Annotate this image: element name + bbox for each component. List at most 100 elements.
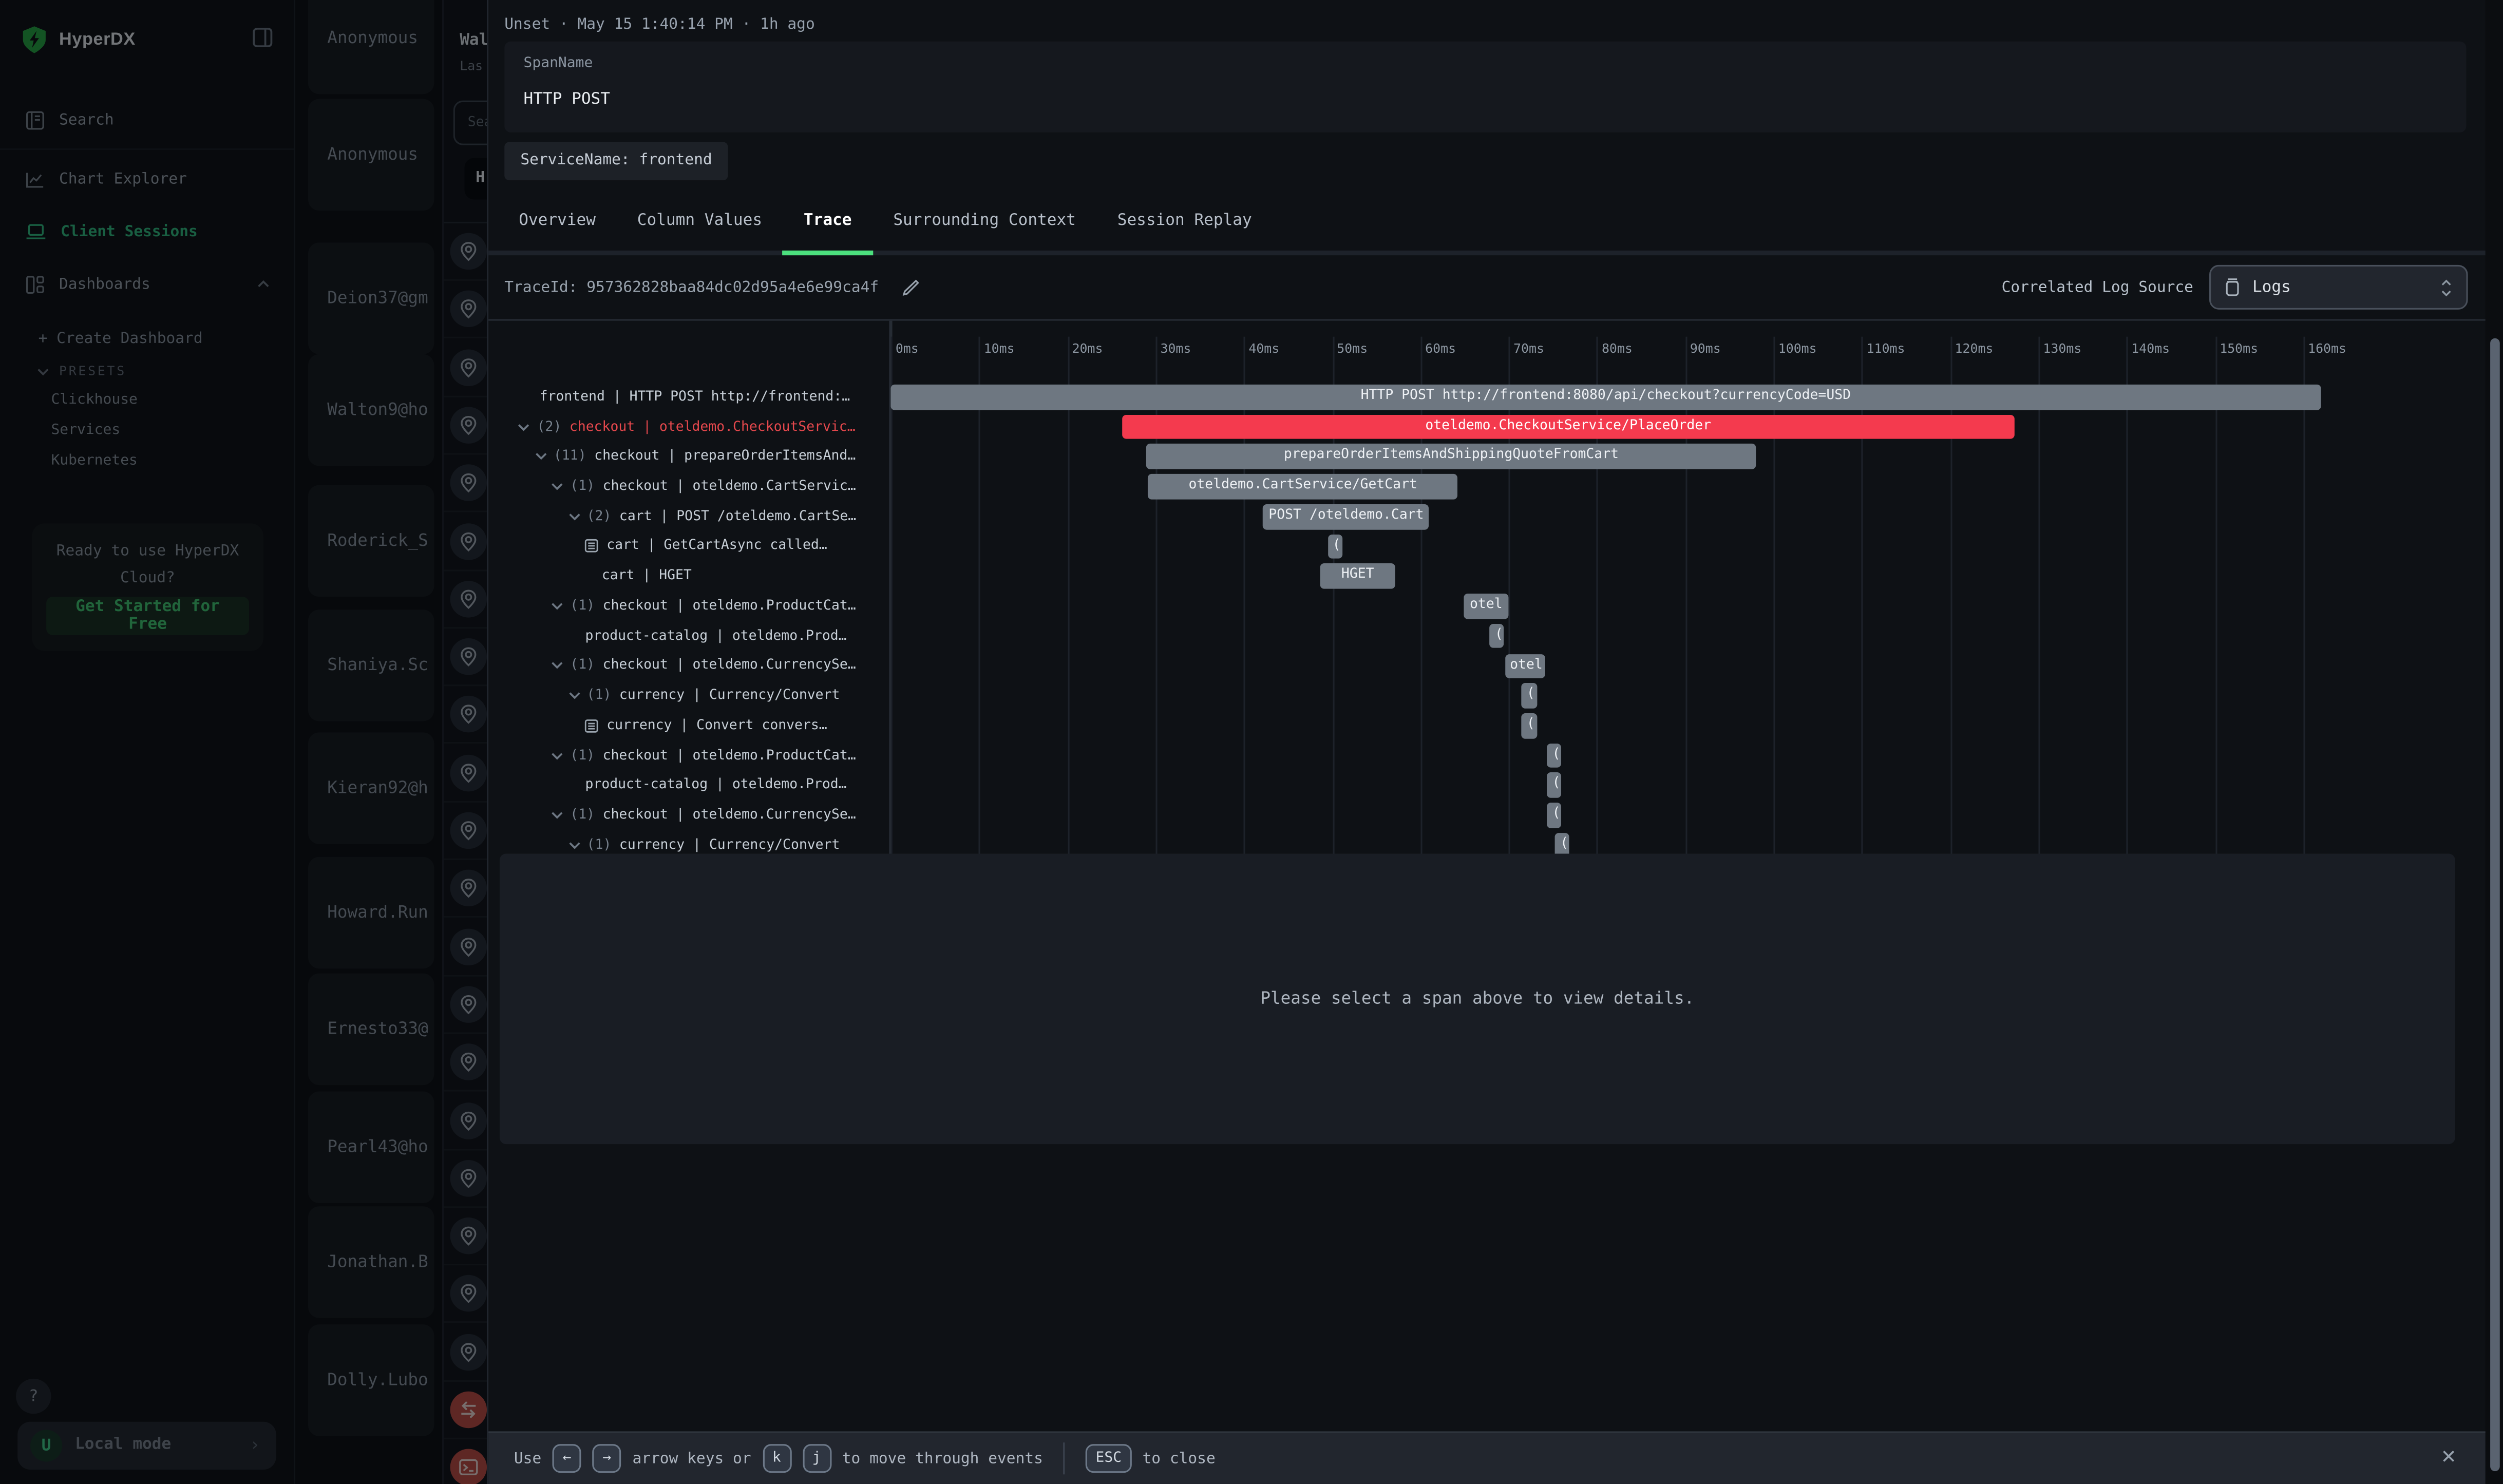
tab-session-replay[interactable]: Session Replay bbox=[1096, 193, 1273, 251]
event-marker-row[interactable] bbox=[444, 281, 487, 339]
span-tree-row[interactable]: (1)currency | Currency/Convert bbox=[488, 683, 889, 708]
events-search-input[interactable]: Sea bbox=[453, 101, 487, 145]
span-bar[interactable]: ( bbox=[1547, 743, 1561, 768]
session-card[interactable]: Walton9@ho bbox=[308, 354, 434, 466]
chevron-down-icon[interactable] bbox=[551, 601, 564, 611]
chevron-down-icon[interactable] bbox=[518, 422, 530, 432]
event-marker-row[interactable] bbox=[444, 571, 487, 629]
event-marker-row[interactable] bbox=[444, 803, 487, 860]
chevron-down-icon[interactable] bbox=[567, 691, 580, 701]
span-bar[interactable]: otel bbox=[1505, 654, 1545, 678]
chevron-down-icon[interactable] bbox=[551, 811, 564, 821]
event-marker-row[interactable] bbox=[444, 1440, 487, 1484]
span-bar[interactable]: ( bbox=[1522, 683, 1537, 708]
event-marker-row[interactable] bbox=[444, 745, 487, 802]
session-card[interactable]: Kieran92@h bbox=[308, 732, 434, 844]
session-card[interactable]: Ernesto33@ bbox=[308, 974, 434, 1086]
session-card[interactable]: Dolly.Lubo bbox=[308, 1324, 434, 1436]
span-bar[interactable]: ( bbox=[1328, 534, 1341, 559]
event-marker-row[interactable] bbox=[444, 687, 487, 744]
span-bar[interactable]: POST /oteldemo.Cart bbox=[1263, 504, 1429, 529]
chevron-down-icon[interactable] bbox=[551, 482, 564, 491]
span-bar[interactable]: otel bbox=[1465, 594, 1508, 618]
log-source-select[interactable]: Logs bbox=[2209, 265, 2468, 310]
span-bar[interactable]: ( bbox=[1547, 773, 1561, 798]
help-button[interactable]: ? bbox=[16, 1379, 51, 1414]
tab-trace[interactable]: Trace bbox=[783, 193, 873, 251]
get-started-button[interactable]: Get Started for Free bbox=[46, 597, 249, 635]
span-tree-row[interactable]: (11)checkout | prepareOrderItemsAnd… bbox=[488, 444, 889, 469]
span-bar[interactable]: HGET bbox=[1320, 564, 1396, 588]
tab-surrounding-context[interactable]: Surrounding Context bbox=[873, 193, 1096, 251]
event-marker-row[interactable] bbox=[444, 861, 487, 918]
session-card[interactable]: Howard.Run bbox=[308, 857, 434, 969]
event-marker-row[interactable] bbox=[444, 513, 487, 570]
events-filter-button[interactable]: H bbox=[465, 158, 487, 200]
edit-trace-id-icon[interactable] bbox=[900, 278, 919, 298]
tab-column-values[interactable]: Column Values bbox=[616, 193, 783, 251]
preset-item-clickhouse[interactable]: Clickhouse bbox=[51, 392, 137, 408]
page-scrollbar[interactable] bbox=[2486, 0, 2503, 1484]
span-tree-row[interactable]: product-catalog | oteldemo.Prod… bbox=[488, 623, 889, 648]
span-bar[interactable]: ( bbox=[1490, 623, 1504, 648]
span-tree-row[interactable]: frontend | HTTP POST http://frontend:… bbox=[488, 385, 889, 409]
chevron-down-icon[interactable] bbox=[551, 751, 564, 760]
span-tree-row[interactable]: (1)checkout | oteldemo.CurrencySe… bbox=[488, 654, 889, 678]
scrollbar-thumb[interactable] bbox=[2490, 338, 2500, 1471]
span-bar[interactable]: oteldemo.CartService/GetCart bbox=[1148, 474, 1457, 499]
preset-item-kubernetes[interactable]: Kubernetes bbox=[51, 453, 137, 469]
span-tree-row[interactable]: cart | GetCartAsync called… bbox=[488, 534, 889, 559]
chevron-down-icon[interactable] bbox=[567, 841, 580, 850]
event-marker-row[interactable] bbox=[444, 339, 487, 397]
event-marker-row[interactable] bbox=[444, 223, 487, 281]
session-card[interactable]: Anonymous bbox=[308, 99, 434, 211]
service-name-chip[interactable]: ServiceName: frontend bbox=[504, 142, 728, 181]
span-tree-row[interactable]: (1)checkout | oteldemo.ProductCat… bbox=[488, 743, 889, 768]
create-dashboard-button[interactable]: + Create Dashboard bbox=[39, 330, 203, 348]
sidebar-item-chart-explorer[interactable]: Chart Explorer bbox=[0, 160, 294, 198]
sidebar-item-client-sessions[interactable]: Client Sessions bbox=[0, 212, 294, 251]
span-tree-row[interactable]: cart | HGET bbox=[488, 564, 889, 588]
sidebar-item-search[interactable]: Search bbox=[0, 101, 294, 139]
tab-overview[interactable]: Overview bbox=[498, 193, 617, 251]
span-tree-row[interactable]: (2)cart | POST /oteldemo.CartSe… bbox=[488, 504, 889, 529]
session-card[interactable]: Jonathan.B bbox=[308, 1206, 434, 1318]
event-marker-row[interactable] bbox=[444, 1324, 487, 1381]
span-bar[interactable]: ( bbox=[1522, 713, 1537, 738]
span-tree-row[interactable]: (2)checkout | oteldemo.CheckoutServic… bbox=[488, 414, 889, 439]
session-card[interactable]: Roderick_S bbox=[308, 485, 434, 597]
span-bar[interactable]: oteldemo.CheckoutService/PlaceOrder bbox=[1122, 414, 2015, 439]
event-marker-row[interactable] bbox=[444, 629, 487, 687]
span-bar[interactable]: ( bbox=[1547, 803, 1561, 828]
event-marker-row[interactable] bbox=[444, 919, 487, 976]
preset-item-services[interactable]: Services bbox=[51, 423, 120, 439]
event-marker-row[interactable] bbox=[444, 1034, 487, 1092]
presets-header[interactable]: PRESETS bbox=[36, 364, 126, 378]
event-marker-row[interactable] bbox=[444, 1092, 487, 1150]
chevron-down-icon[interactable] bbox=[551, 661, 564, 671]
local-mode-button[interactable]: U Local mode › bbox=[17, 1422, 276, 1470]
span-tree-row[interactable]: (1)checkout | oteldemo.CurrencySe… bbox=[488, 803, 889, 828]
sidebar-collapse-icon[interactable] bbox=[252, 27, 273, 48]
event-marker-row[interactable] bbox=[444, 1382, 487, 1439]
event-marker-row[interactable] bbox=[444, 397, 487, 454]
chevron-down-icon[interactable] bbox=[567, 512, 580, 522]
chevron-down-icon[interactable] bbox=[535, 452, 547, 462]
session-card[interactable]: Deion37@gm bbox=[308, 242, 434, 354]
close-icon[interactable]: ✕ bbox=[2441, 1445, 2457, 1468]
event-marker-row[interactable] bbox=[444, 455, 487, 512]
session-card[interactable]: Shaniya.Sc bbox=[308, 610, 434, 721]
event-marker-row[interactable] bbox=[444, 1208, 487, 1266]
sidebar-item-dashboards[interactable]: Dashboards bbox=[0, 265, 294, 303]
span-tree-row[interactable]: (1)checkout | oteldemo.ProductCat… bbox=[488, 594, 889, 618]
span-tree-row[interactable]: (1)checkout | oteldemo.CartServic… bbox=[488, 474, 889, 499]
span-bar[interactable]: HTTP POST http://frontend:8080/api/check… bbox=[890, 385, 2321, 409]
event-marker-row[interactable] bbox=[444, 1266, 487, 1323]
session-card[interactable]: Pearl43@ho bbox=[308, 1092, 434, 1204]
event-marker-row[interactable] bbox=[444, 1150, 487, 1208]
session-card[interactable]: Anonymous bbox=[308, 0, 434, 94]
event-marker-row[interactable] bbox=[444, 976, 487, 1034]
span-tree-row[interactable]: product-catalog | oteldemo.Prod… bbox=[488, 773, 889, 798]
span-tree-row[interactable]: currency | Convert convers… bbox=[488, 713, 889, 738]
span-bar[interactable]: prepareOrderItemsAndShippingQuoteFromCar… bbox=[1147, 444, 1756, 469]
